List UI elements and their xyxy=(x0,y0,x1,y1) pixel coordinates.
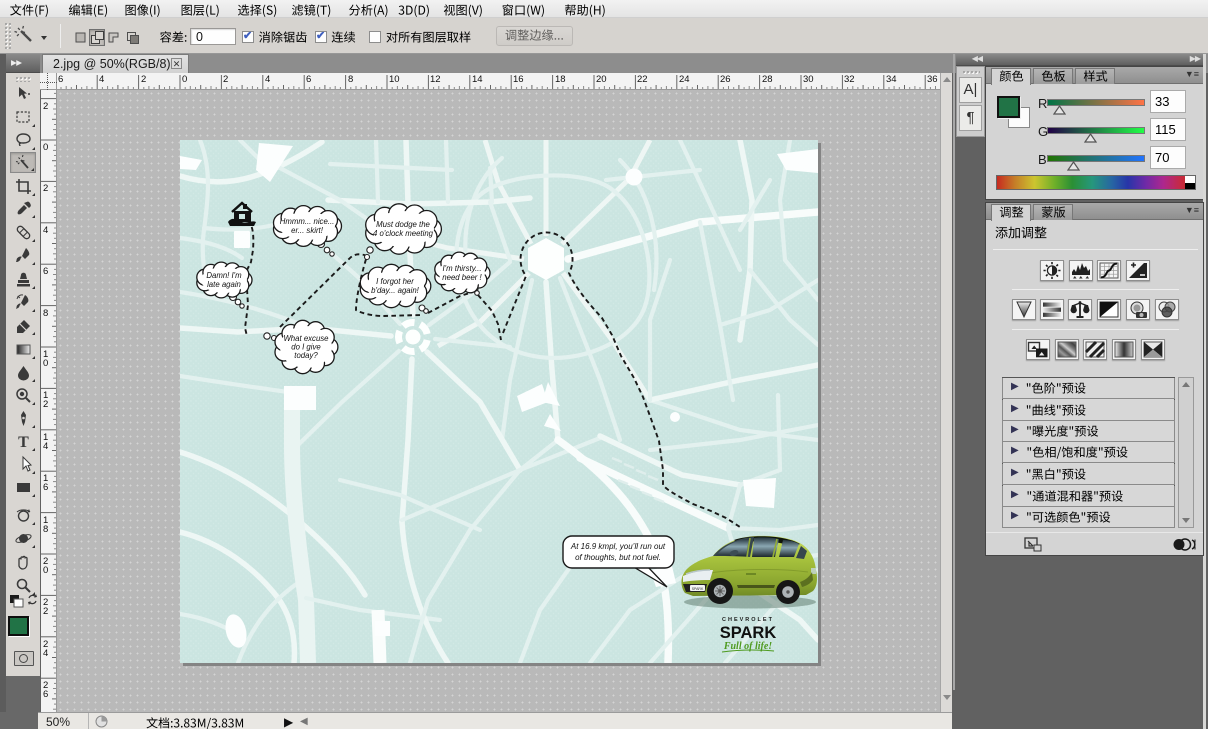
svg-text:T: T xyxy=(18,434,29,451)
svg-text:4 o'clock meeting: 4 o'clock meeting xyxy=(373,229,434,238)
svg-text:late again: late again xyxy=(207,280,241,289)
svg-text:er... skirt!: er... skirt! xyxy=(291,226,324,235)
svg-text:need beer !: need beer ! xyxy=(442,273,482,282)
svg-text:CHEVROLET: CHEVROLET xyxy=(722,617,774,623)
svg-text:At 16.9 kmpl, you’ll run out: At 16.9 kmpl, you’ll run out xyxy=(570,542,666,551)
svg-text:b'day... again!: b'day... again! xyxy=(371,286,420,295)
svg-text:SPARK: SPARK xyxy=(692,587,704,591)
svg-text:today?: today? xyxy=(294,351,318,360)
svg-text:SPARK: SPARK xyxy=(720,624,777,642)
svg-text:of thoughts, but not fuel.: of thoughts, but not fuel. xyxy=(575,553,661,562)
